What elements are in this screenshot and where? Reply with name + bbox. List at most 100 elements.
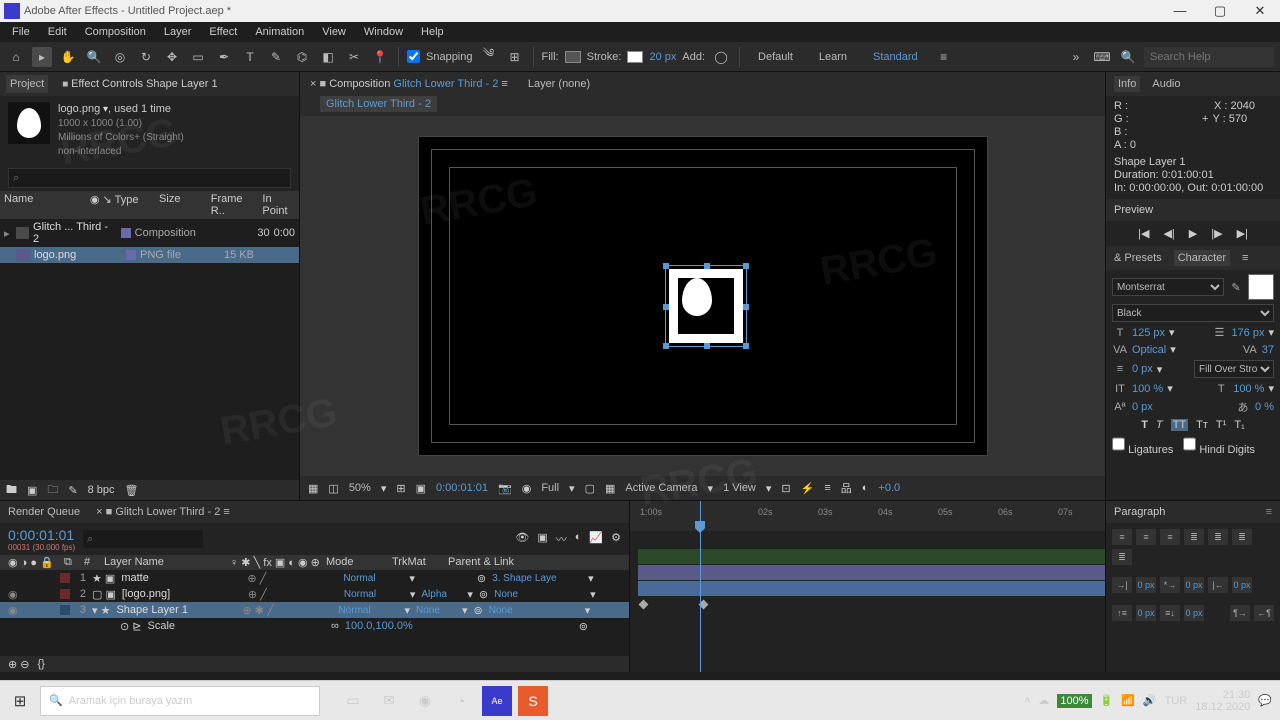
menu-file[interactable]: File [4,24,38,40]
kerning-value[interactable]: Optical [1132,344,1166,356]
battery-icon[interactable]: 🔋 [1100,694,1114,707]
bold-icon[interactable]: T [1141,419,1148,431]
adjustment-icon[interactable]: ✎ [68,484,77,497]
motionblur-icon[interactable]: ◐ [575,531,582,547]
mask-icon[interactable]: ◫ [328,482,338,495]
timeline-comp-tab[interactable]: × ■ Glitch Lower Third - 2 ≡ [96,506,230,518]
exposure-reset-icon[interactable]: ◐ [862,482,869,494]
vscale-value[interactable]: 100 % [1132,383,1163,395]
layer-tab[interactable]: Layer (none) [524,75,594,93]
leading-value[interactable]: 176 px [1231,327,1264,339]
rect-tool[interactable]: ▭ [188,47,208,67]
space-after-icon[interactable]: ≡↓ [1160,605,1180,621]
snapshot-icon[interactable]: 📷 [498,482,512,495]
presets-tab[interactable]: & Presets [1114,252,1162,264]
font-size-value[interactable]: 125 px [1132,327,1165,339]
superscript-icon[interactable]: T¹ [1216,419,1226,431]
toggle-modes-icon[interactable]: {} [38,658,45,670]
type-tool[interactable]: T [240,47,260,67]
panel-menu-icon[interactable]: ≡ [1242,252,1248,264]
puppet-tool[interactable]: 📍 [370,47,390,67]
active-camera[interactable]: Active Camera [625,482,697,494]
direction-ltr-icon[interactable]: ¶→ [1230,605,1250,621]
transparency-icon[interactable]: ▦ [605,482,615,495]
brain-icon[interactable]: ⚙ [611,531,621,547]
comp-breadcrumb[interactable]: Glitch Lower Third - 2 [320,96,437,112]
direction-rtl-icon[interactable]: ←¶ [1254,605,1274,621]
eyedropper-icon[interactable]: ✎ [1228,281,1244,294]
graph-icon[interactable]: 📈 [589,531,603,547]
shy-icon[interactable]: 👁 [515,531,529,547]
space-before-icon[interactable]: ↑≡ [1112,605,1132,621]
justify-left-icon[interactable]: ≣ [1184,529,1204,545]
timeline-tracks[interactable]: 1:00s 02s 03s 04s 05s 06s 07s [630,501,1105,672]
maximize-button[interactable]: ▢ [1200,0,1240,22]
workspace-standard[interactable]: Standard [863,51,928,63]
bpc-label[interactable]: 8 bpc [88,484,115,496]
clone-tool[interactable]: ⌬ [292,47,312,67]
timeline-search-input[interactable] [83,530,203,548]
menu-edit[interactable]: Edit [40,24,75,40]
res-icon[interactable]: ⊞ [396,482,405,495]
workspace-overflow-icon[interactable]: » [1066,47,1086,67]
project-row-logo[interactable]: logo.png PNG file 15 KB [0,247,299,263]
character-tab[interactable]: Character [1174,250,1230,266]
justify-right-icon[interactable]: ≣ [1232,529,1252,545]
onedrive-icon[interactable]: ☁ [1038,694,1049,707]
menu-animation[interactable]: Animation [247,24,312,40]
close-button[interactable]: ✕ [1240,0,1280,22]
menu-composition[interactable]: Composition [77,24,154,40]
next-frame-icon[interactable]: |▶ [1211,227,1222,240]
interpret-icon[interactable]: 🖿 [6,481,17,500]
resolution[interactable]: Full [541,482,559,494]
align-right-icon[interactable]: ≡ [1160,529,1180,545]
timeline-layer-2[interactable]: ◉ 2 ▢ ▣ [logo.png] ⊕ ╱ Normal▾ Alpha▾ ⊚N… [0,586,629,602]
orbit-tool[interactable]: ◎ [110,47,130,67]
menu-view[interactable]: View [314,24,354,40]
font-family-select[interactable]: Montserrat [1112,278,1224,296]
tracking-value[interactable]: 37 [1262,344,1274,356]
allcaps-icon[interactable]: TT [1171,419,1188,431]
alpha-icon[interactable]: ▦ [308,482,318,495]
project-row-comp[interactable]: ▸ Glitch ... Third - 2 Composition 30 0:… [0,219,299,247]
align-left-icon[interactable]: ≡ [1112,529,1132,545]
home-icon[interactable]: ⌂ [6,47,26,67]
indent-left-icon[interactable]: →| [1112,577,1132,593]
hand-tool[interactable]: ✋ [58,47,78,67]
zoom-tool[interactable]: 🔍 [84,47,104,67]
edge-icon[interactable]: ◔ [446,686,476,716]
fast-preview-icon[interactable]: ⚡ [801,482,815,495]
toggle-switches-icon[interactable]: ⊕ ⊖ [8,658,30,671]
prev-frame-icon[interactable]: ◀| [1163,227,1174,240]
stroke-width-value[interactable]: 0 px [1132,363,1153,375]
draft3d-icon[interactable]: ▣ [537,531,547,547]
aftereffects-icon[interactable]: Ae [482,686,512,716]
pixel-aspect-icon[interactable]: ⊡ [781,482,790,495]
keyboard-icon[interactable]: ⌨ [1092,47,1112,67]
workspace-learn[interactable]: Learn [809,51,857,63]
search-icon[interactable]: 🔍 [1118,47,1138,67]
info-tab[interactable]: Info [1114,76,1140,92]
tray-up-icon[interactable]: ˄ [1024,695,1030,707]
go-first-icon[interactable]: |◀ [1138,227,1149,240]
view-count[interactable]: 1 View [723,482,756,494]
comp-tab[interactable]: × ■ Composition Glitch Lower Third - 2 ≡ [306,75,512,93]
anchor-tool[interactable]: ✥ [162,47,182,67]
timeline-timecode[interactable]: 0:00:01:01 [8,527,75,543]
flowchart-icon[interactable]: 品 [841,480,852,496]
fill-swatch[interactable] [565,51,581,63]
add-menu-icon[interactable]: ◯ [711,47,731,67]
menu-help[interactable]: Help [413,24,452,40]
playhead[interactable] [700,501,701,672]
snap-opt-icon[interactable]: ༄ [479,47,499,67]
delete-icon[interactable]: 🗑 [125,484,139,497]
audio-tab[interactable]: Audio [1152,78,1180,90]
justify-all-icon[interactable]: ≣ [1112,549,1132,565]
ligatures-checkbox[interactable]: Ligatures [1112,435,1173,456]
wifi-icon[interactable]: 📶 [1121,694,1135,707]
eraser-tool[interactable]: ◧ [318,47,338,67]
frameblend-icon[interactable]: 〰 [556,531,567,547]
menu-window[interactable]: Window [356,24,411,40]
task-view-icon[interactable]: ▭ [338,686,368,716]
pen-tool[interactable]: ✒ [214,47,234,67]
